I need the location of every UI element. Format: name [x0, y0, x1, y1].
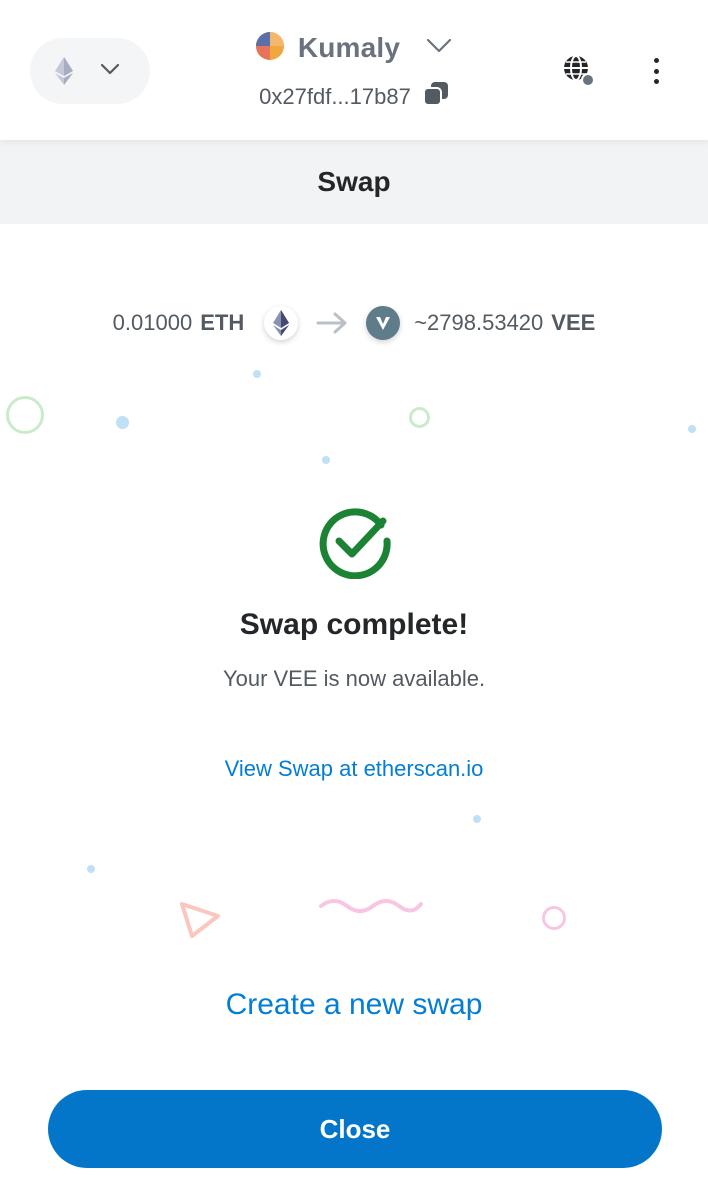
account-avatar	[255, 31, 284, 65]
confetti-dot	[253, 370, 261, 378]
from-symbol: ETH	[200, 310, 245, 335]
confetti-dot	[116, 416, 129, 429]
account-menu: Kumaly 0x27fdf...17b87	[0, 26, 708, 111]
create-new-swap-link[interactable]: Create a new swap	[0, 988, 708, 1022]
account-address: 0x27fdf...17b87	[259, 83, 411, 109]
app-header: Kumaly 0x27fdf...17b87	[0, 0, 708, 140]
arrow-right-icon	[316, 312, 348, 334]
vee-token-icon	[366, 306, 401, 340]
confetti-ring	[542, 906, 566, 930]
page-titlebar: Swap	[0, 140, 708, 224]
ethereum-icon	[264, 306, 299, 340]
confetti-triangle	[180, 902, 220, 938]
swap-complete-title: Swap complete!	[239, 608, 469, 641]
success-check-icon	[317, 503, 393, 580]
close-button[interactable]: Close	[48, 1090, 662, 1168]
confetti-ring	[6, 396, 44, 434]
confetti-dot	[688, 425, 696, 433]
confetti-dot	[87, 865, 95, 873]
chevron-down-icon	[426, 38, 452, 59]
view-on-etherscan-link[interactable]: View Swap at etherscan.io	[0, 756, 708, 782]
account-options-menu-icon[interactable]	[644, 54, 668, 88]
swap-summary: 0.01000 ETH ~2798.53420 VEE	[0, 300, 708, 346]
to-amount: ~2798.53420	[414, 310, 544, 335]
account-name: Kumaly	[297, 32, 401, 63]
confetti-dot	[473, 815, 481, 823]
to-symbol: VEE	[551, 310, 596, 335]
swap-complete-subtitle: Your VEE is now available.	[222, 666, 486, 691]
account-switcher[interactable]: Kumaly	[0, 26, 708, 70]
connected-sites-icon[interactable]	[560, 52, 596, 88]
confetti-ring	[409, 407, 430, 428]
address-row[interactable]: 0x27fdf...17b87	[0, 82, 708, 111]
page-title: Swap	[317, 166, 391, 197]
from-amount: 0.01000	[112, 310, 193, 335]
copy-icon[interactable]	[422, 82, 449, 111]
confetti-dot	[322, 456, 330, 464]
confetti-squiggle	[319, 899, 423, 913]
